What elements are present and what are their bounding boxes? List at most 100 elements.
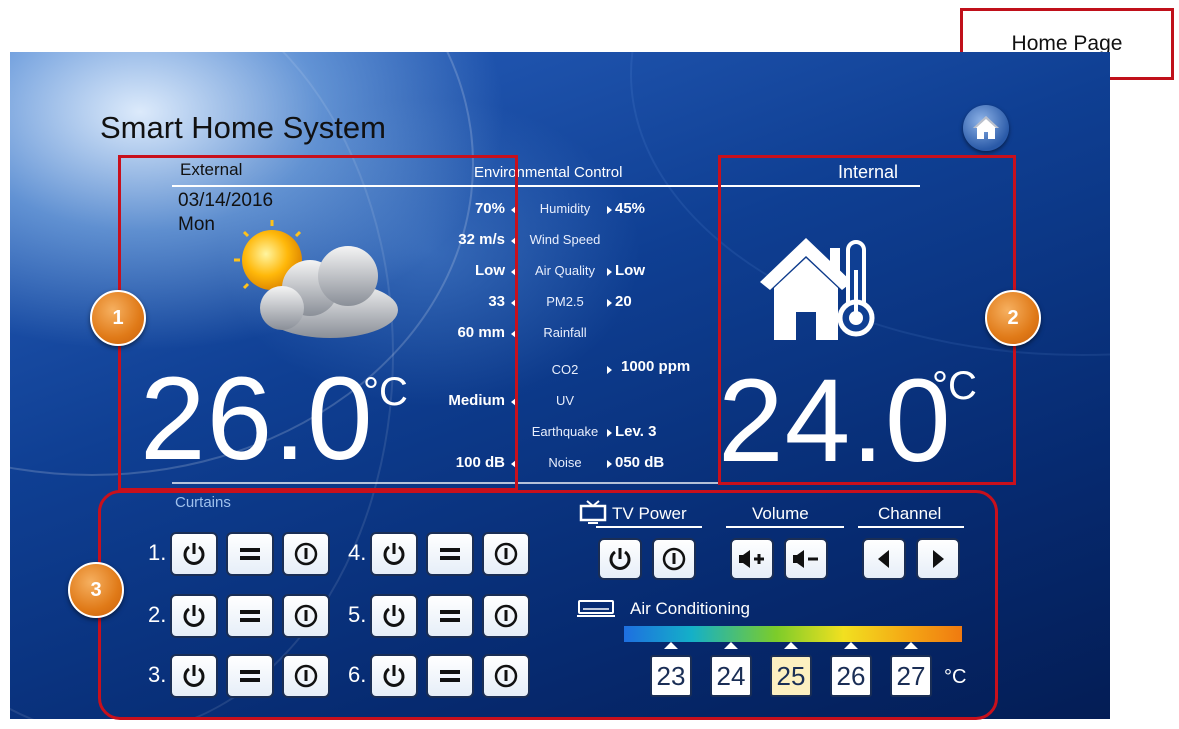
air-quality-label: Air Quality xyxy=(535,263,595,278)
curtain-open-button[interactable] xyxy=(170,532,218,576)
power-off-icon xyxy=(494,542,518,566)
badge-2: 2 xyxy=(985,290,1041,346)
temperature-marker xyxy=(724,642,738,649)
tv-power-divider xyxy=(596,526,702,528)
highlight-internal xyxy=(718,155,1016,485)
curtain-number: 1. xyxy=(148,540,167,565)
tv-power-label: TV Power xyxy=(612,504,687,523)
air-conditioner-icon xyxy=(577,600,615,617)
wind-speed-label: Wind Speed xyxy=(529,232,601,247)
channel-prev-button[interactable] xyxy=(862,538,906,580)
temperature-marker xyxy=(904,642,918,649)
volume-down-button[interactable] xyxy=(784,538,828,580)
temperature-marker xyxy=(664,642,678,649)
power-icon xyxy=(609,548,631,570)
channel-divider xyxy=(858,526,964,528)
humidity-internal: 45% xyxy=(615,200,646,217)
page-title: Smart Home System xyxy=(100,110,386,145)
curtain-stop-button[interactable] xyxy=(426,594,474,638)
volume-down-icon xyxy=(793,550,818,568)
stop-icon xyxy=(440,670,460,682)
stop-icon xyxy=(440,548,460,560)
indicator xyxy=(607,460,612,468)
curtain-stop-button[interactable] xyxy=(426,654,474,698)
curtain-stop-button[interactable] xyxy=(226,654,274,698)
curtain-number: 2. xyxy=(148,602,167,627)
channel-label: Channel xyxy=(878,504,942,523)
indicator xyxy=(607,206,612,214)
power-off-icon xyxy=(494,604,518,628)
volume-label: Volume xyxy=(752,504,809,523)
curtain-close-button[interactable] xyxy=(282,654,330,698)
curtain-stop-button[interactable] xyxy=(226,594,274,638)
pm25-internal: 20 xyxy=(615,293,632,310)
air-conditioning-label: Air Conditioning xyxy=(630,599,751,618)
curtain-stop-button[interactable] xyxy=(226,532,274,576)
noise-internal: 050 dB xyxy=(615,454,665,471)
power-icon xyxy=(183,543,205,565)
curtain-close-button[interactable] xyxy=(282,594,330,638)
curtains-title: Curtains xyxy=(175,494,231,511)
power-off-icon xyxy=(294,604,318,628)
co2-label: CO2 xyxy=(551,362,579,377)
stop-icon xyxy=(240,670,260,682)
indicator xyxy=(607,268,612,276)
stop-icon xyxy=(440,610,460,622)
curtain-number: 4. xyxy=(348,540,367,565)
curtain-stop-button[interactable] xyxy=(426,532,474,576)
curtain-close-button[interactable] xyxy=(282,532,330,576)
ac-temp-button[interactable]: 25 xyxy=(770,655,812,697)
curtain-open-button[interactable] xyxy=(370,594,418,638)
power-off-icon xyxy=(294,542,318,566)
ac-temp-button[interactable]: 24 xyxy=(710,655,752,697)
tv-power-off-button[interactable] xyxy=(652,538,696,580)
indicator xyxy=(607,429,612,437)
curtain-close-button[interactable] xyxy=(482,532,530,576)
home-button[interactable] xyxy=(963,105,1009,151)
power-off-icon xyxy=(294,664,318,688)
ac-temp-button[interactable]: 26 xyxy=(830,655,872,697)
curtain-open-button[interactable] xyxy=(370,532,418,576)
chevron-left-icon xyxy=(878,550,889,568)
temperature-marker xyxy=(784,642,798,649)
curtain-open-button[interactable] xyxy=(170,594,218,638)
home-icon xyxy=(973,116,999,139)
curtain-number: 6. xyxy=(348,662,367,687)
humidity-label: Humidity xyxy=(539,201,591,216)
power-icon xyxy=(183,665,205,687)
curtain-number: 5. xyxy=(348,602,367,627)
channel-next-button[interactable] xyxy=(916,538,960,580)
stop-icon xyxy=(240,610,260,622)
tv-power-on-button[interactable] xyxy=(598,538,642,580)
temperature-marker xyxy=(844,642,858,649)
power-off-icon xyxy=(494,664,518,688)
ac-temp-button[interactable]: 27 xyxy=(890,655,932,697)
curtain-close-button[interactable] xyxy=(482,654,530,698)
volume-up-icon xyxy=(739,550,764,568)
highlight-external xyxy=(118,155,518,491)
ac-unit: °C xyxy=(944,666,967,688)
power-off-icon xyxy=(662,547,686,571)
temperature-gradient-bar xyxy=(624,626,962,642)
earthquake-internal: Lev. 3 xyxy=(615,423,657,440)
curtain-open-button[interactable] xyxy=(170,654,218,698)
power-icon xyxy=(383,665,405,687)
earthquake-label: Earthquake xyxy=(531,424,599,439)
indicator xyxy=(607,299,612,307)
co2-internal: 1000 ppm xyxy=(621,358,691,375)
indicator xyxy=(607,366,612,374)
curtain-close-button[interactable] xyxy=(482,594,530,638)
power-icon xyxy=(383,605,405,627)
tv-icon xyxy=(579,500,607,524)
rainfall-label: Rainfall xyxy=(543,325,587,340)
pm25-label: PM2.5 xyxy=(546,294,584,309)
badge-3: 3 xyxy=(68,562,124,618)
noise-label: Noise xyxy=(548,455,582,470)
ac-temp-button[interactable]: 23 xyxy=(650,655,692,697)
volume-up-button[interactable] xyxy=(730,538,774,580)
power-icon xyxy=(183,605,205,627)
stop-icon xyxy=(240,548,260,560)
curtain-open-button[interactable] xyxy=(370,654,418,698)
curtain-number: 3. xyxy=(148,662,167,687)
badge-1: 1 xyxy=(90,290,146,346)
